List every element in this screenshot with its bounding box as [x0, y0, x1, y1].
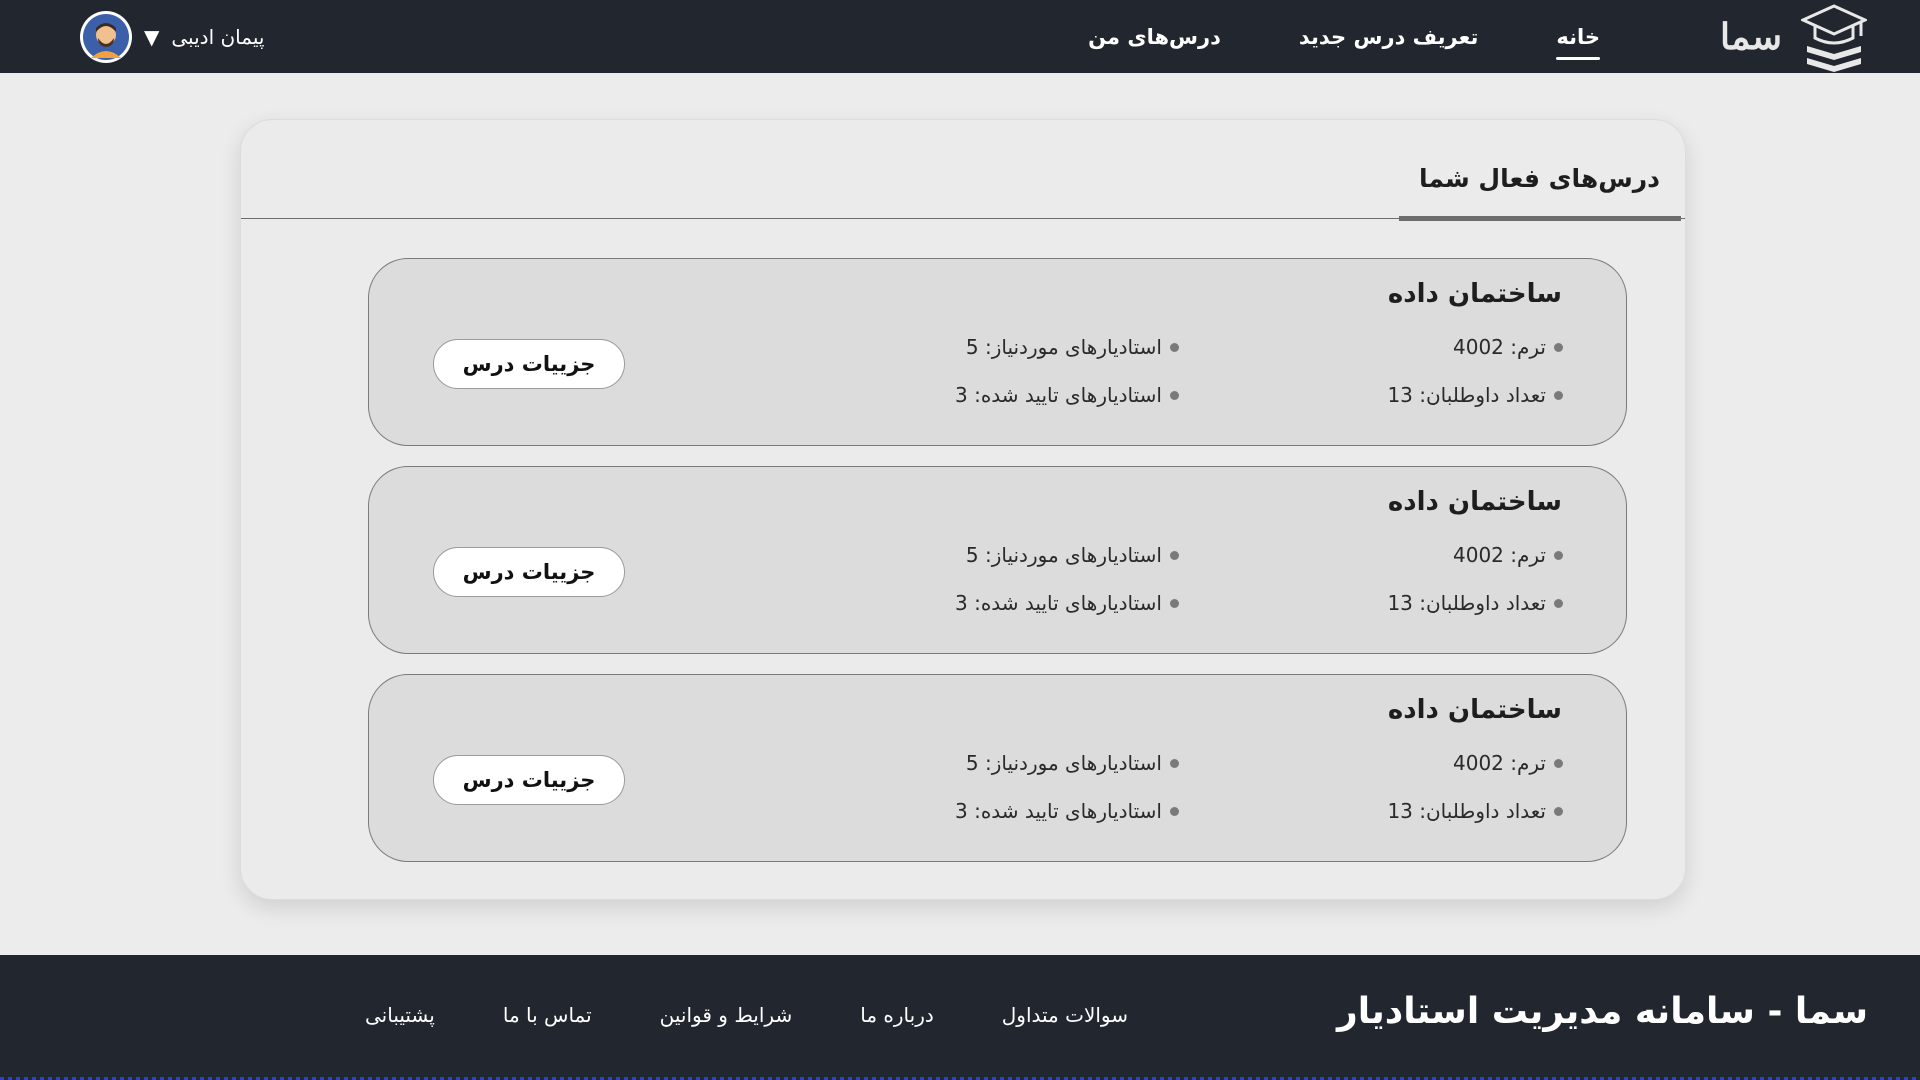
- footer-link-contact[interactable]: تماس با ما: [503, 1003, 592, 1027]
- course-volunteers: تعداد داوطلبان: 13: [1387, 799, 1563, 823]
- bullet-icon: [1554, 598, 1563, 608]
- footer-links: سوالات متداول درباره ما شرایط و قوانین ت…: [365, 1003, 1128, 1027]
- course-details-button[interactable]: جزییات درس: [433, 339, 625, 389]
- course-details-button[interactable]: جزییات درس: [433, 547, 625, 597]
- bullet-icon: [1170, 550, 1179, 560]
- footer: سما - سامانه مدیریت استادیار سوالات متدا…: [0, 955, 1920, 1080]
- course-term: ترم: 4002: [1453, 751, 1563, 775]
- course-term: ترم: 4002: [1453, 335, 1563, 359]
- course-required-tas: استادیارهای موردنیاز: 5: [966, 543, 1179, 567]
- nav-my-courses[interactable]: درس‌های من: [1088, 0, 1221, 73]
- course-title: ساختمان داده: [1387, 487, 1562, 517]
- graduation-cap-books-icon: [1800, 0, 1868, 73]
- course-approved-tas: استادیارهای تایید شده: 3: [955, 591, 1179, 615]
- bullet-icon: [1170, 390, 1179, 400]
- bullet-icon: [1554, 758, 1563, 768]
- course-required-tas: استادیارهای موردنیاز: 5: [966, 751, 1179, 775]
- course-card: ساختمان داده ترم: 4002 تعداد داوطلبان: 1…: [368, 674, 1627, 862]
- footer-link-terms[interactable]: شرایط و قوانین: [660, 1003, 793, 1027]
- footer-link-about[interactable]: درباره ما: [860, 1003, 934, 1027]
- brand[interactable]: سما: [1720, 0, 1868, 73]
- bullet-icon: [1554, 550, 1563, 560]
- footer-title: سما - سامانه مدیریت استادیار: [1336, 991, 1868, 1032]
- course-title: ساختمان داده: [1387, 279, 1562, 309]
- user-name[interactable]: پیمان ادیبی: [171, 25, 264, 49]
- nav-define-new-course[interactable]: تعریف درس جدید: [1299, 0, 1478, 73]
- nav-home[interactable]: خانه: [1556, 0, 1600, 73]
- course-approved-tas: استادیارهای تایید شده: 3: [955, 383, 1179, 407]
- chevron-down-icon[interactable]: ▼: [144, 25, 159, 49]
- course-approved-tas: استادیارهای تایید شده: 3: [955, 799, 1179, 823]
- user-menu[interactable]: ▼ پیمان ادیبی: [80, 0, 264, 73]
- bullet-icon: [1170, 806, 1179, 816]
- course-required-tas: استادیارهای موردنیاز: 5: [966, 335, 1179, 359]
- course-title: ساختمان داده: [1387, 695, 1562, 725]
- bullet-icon: [1554, 390, 1563, 400]
- bullet-icon: [1170, 598, 1179, 608]
- active-courses-panel: درس‌های فعال شما ساختمان داده ترم: 4002 …: [240, 119, 1686, 900]
- course-volunteers: تعداد داوطلبان: 13: [1387, 591, 1563, 615]
- top-navbar: سما خانه تعریف درس جدید درس‌های من ▼ پیم…: [0, 0, 1920, 73]
- bullet-icon: [1170, 342, 1179, 352]
- footer-link-support[interactable]: پشتیبانی: [365, 1003, 435, 1027]
- active-tab-indicator: [1399, 216, 1681, 221]
- bullet-icon: [1554, 806, 1563, 816]
- course-card: ساختمان داده ترم: 4002 تعداد داوطلبان: 1…: [368, 258, 1627, 446]
- brand-name: سما: [1720, 15, 1782, 58]
- user-avatar-icon[interactable]: [80, 10, 132, 63]
- course-term: ترم: 4002: [1453, 543, 1563, 567]
- bullet-icon: [1170, 758, 1179, 768]
- bullet-icon: [1554, 342, 1563, 352]
- footer-link-faq[interactable]: سوالات متداول: [1002, 1003, 1128, 1027]
- main-nav: خانه تعریف درس جدید درس‌های من: [1088, 0, 1600, 73]
- course-volunteers: تعداد داوطلبان: 13: [1387, 383, 1563, 407]
- panel-title: درس‌های فعال شما: [1418, 164, 1660, 193]
- course-details-button[interactable]: جزییات درس: [433, 755, 625, 805]
- course-card: ساختمان داده ترم: 4002 تعداد داوطلبان: 1…: [368, 466, 1627, 654]
